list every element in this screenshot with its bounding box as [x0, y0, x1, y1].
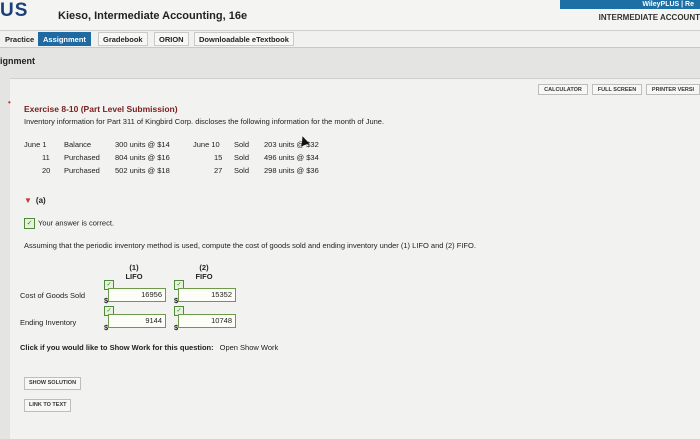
- cogs-fifo-input[interactable]: 15352: [178, 288, 236, 302]
- full-screen-button[interactable]: FULL SCREEN: [592, 84, 642, 95]
- ending-inventory-label: Ending Inventory: [20, 318, 77, 327]
- cogs-label: Cost of Goods Sold: [20, 291, 86, 300]
- fifo-column-number: (2): [199, 263, 209, 272]
- ending-inventory-lifo-input[interactable]: 9144: [108, 314, 166, 328]
- ending-inventory-fifo-input[interactable]: 10748: [178, 314, 236, 328]
- purchase-date: 20: [42, 166, 51, 175]
- exercise-title: Exercise 8-10 (Part Level Submission): [24, 104, 178, 114]
- tab-gradebook[interactable]: Gradebook: [98, 32, 148, 46]
- sale-desc: Sold: [234, 153, 250, 162]
- purchase-detail: 502 units @ $18: [115, 166, 170, 175]
- tab-etextbook[interactable]: Downloadable eTextbook: [194, 32, 294, 46]
- sale-detail: 496 units @ $34: [264, 153, 319, 162]
- purchase-date: 11: [42, 153, 50, 162]
- top-nav-bar[interactable]: WileyPLUS | Re: [560, 0, 700, 9]
- question-marker-icon: •: [8, 98, 11, 107]
- sale-detail: 298 units @ $36: [264, 166, 319, 175]
- purchase-desc: Purchased: [64, 166, 100, 175]
- purchase-desc: Purchased: [64, 153, 100, 162]
- sale-date: 15: [214, 153, 223, 162]
- checkmark-icon: ✓: [24, 218, 35, 229]
- sale-date: June 10: [193, 140, 220, 149]
- purchase-detail: 804 units @ $16: [115, 153, 170, 162]
- answer-status: ✓ Your answer is correct.: [24, 218, 114, 229]
- lifo-column-number: (1): [129, 263, 139, 272]
- part-a-label: (a): [35, 196, 46, 205]
- tab-assignment[interactable]: Assignment: [38, 32, 91, 46]
- part-a-toggle[interactable]: ▼ (a): [24, 196, 46, 205]
- section-label: ignment: [0, 56, 35, 66]
- printer-version-button[interactable]: PRINTER VERSI: [646, 84, 700, 95]
- calculator-button[interactable]: CALCULATOR: [538, 84, 588, 95]
- lifo-column-header: (1) LIFO: [104, 263, 164, 281]
- caret-down-icon: ▼: [24, 196, 32, 205]
- show-work-text: Click if you would like to Show Work for…: [20, 343, 214, 352]
- show-solution-button[interactable]: SHOW SOLUTION: [24, 377, 82, 390]
- tab-practice[interactable]: Practice: [0, 32, 39, 46]
- sale-desc: Sold: [234, 166, 250, 175]
- purchase-detail: 300 units @ $14: [115, 140, 170, 149]
- cogs-lifo-input[interactable]: 16956: [108, 288, 166, 302]
- question-panel: CALCULATOR FULL SCREEN PRINTER VERSI: [10, 78, 700, 439]
- tab-orion[interactable]: ORION: [154, 32, 189, 46]
- show-work-prompt: Click if you would like to Show Work for…: [20, 343, 278, 352]
- wileyplus-logo[interactable]: US: [0, 0, 28, 22]
- fifo-column-header: (2) FIFO: [174, 263, 234, 281]
- book-title: Kieso, Intermediate Accounting, 16e: [58, 10, 248, 22]
- sale-date: 27: [214, 166, 223, 175]
- open-show-work-link[interactable]: Open Show Work: [220, 343, 279, 352]
- purchase-date: June 1: [24, 140, 47, 149]
- main-tabs: Practice Assignment Gradebook ORION Down…: [0, 31, 700, 48]
- purchase-desc: Balance: [64, 140, 92, 149]
- exercise-description: Inventory information for Part 311 of Ki…: [24, 117, 385, 126]
- app-header: US Kieso, Intermediate Accounting, 16e W…: [0, 0, 700, 31]
- link-to-text-button[interactable]: LINK TO TEXT: [24, 399, 72, 412]
- answer-status-text: Your answer is correct.: [38, 218, 115, 228]
- sale-desc: Sold: [234, 140, 250, 149]
- sale-detail: 203 units @ $32: [264, 140, 319, 149]
- question-prompt: Assuming that the periodic inventory met…: [24, 241, 476, 250]
- course-title: INTERMEDIATE ACCOUNT: [598, 13, 700, 22]
